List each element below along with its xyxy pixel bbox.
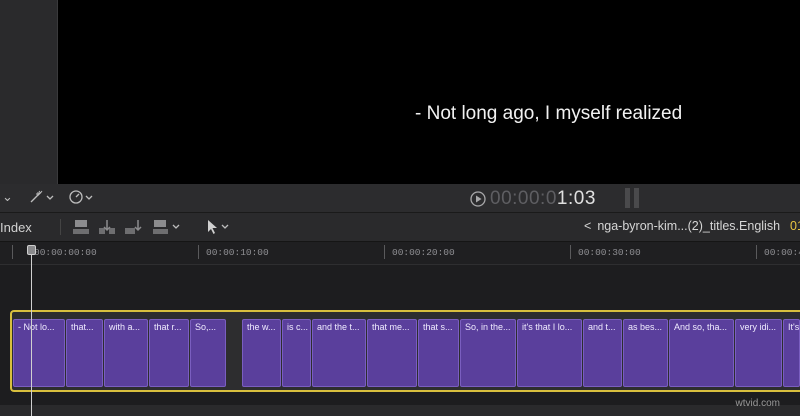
- ruler-label: 00:00:00:00: [34, 247, 97, 258]
- caption-clip-label: as bes...: [628, 322, 663, 332]
- caption-clip[interactable]: with a...: [104, 319, 148, 387]
- toolbar-divider: [60, 219, 61, 235]
- caption-clip[interactable]: very idi...: [735, 319, 782, 387]
- insert-clip-icon[interactable]: [98, 218, 116, 236]
- caption-clip[interactable]: - Not lo...: [13, 319, 65, 387]
- caption-clip-label: with a...: [109, 322, 141, 332]
- timeline-ruler[interactable]: 00:00:00:00 00:00:10:00 00:00:20:00 00:0…: [0, 242, 800, 265]
- caption-clip[interactable]: So,...: [190, 319, 226, 387]
- play-icon[interactable]: [470, 191, 486, 207]
- breadcrumb-title: nga-byron-kim...(2)_titles.English: [597, 219, 781, 233]
- select-tool-arrow-icon[interactable]: [205, 218, 235, 236]
- index-button[interactable]: Index: [0, 220, 32, 235]
- ruler-tick: [384, 245, 385, 259]
- caption-clip[interactable]: that...: [66, 319, 103, 387]
- caption-clip-label: and t...: [588, 322, 616, 332]
- caption-clip-label: and the t...: [317, 322, 360, 332]
- back-chevron-icon[interactable]: <: [584, 219, 591, 233]
- browser-panel: [0, 0, 58, 184]
- caption-clip-label: It's: [788, 322, 799, 332]
- overwrite-clip-icon[interactable]: [152, 218, 184, 236]
- timecode-bright: 1:03: [556, 188, 596, 209]
- ruler-tick: [570, 245, 571, 259]
- caption-clip[interactable]: that me...: [367, 319, 417, 387]
- caption-clip-label: And so, tha...: [674, 322, 728, 332]
- ruler-tick: [12, 245, 13, 259]
- caption-clip[interactable]: and the t...: [312, 319, 366, 387]
- ruler-label: 00:00:10:00: [206, 247, 269, 258]
- caption-clip-label: that s...: [423, 322, 453, 332]
- caption-clip[interactable]: it's that I lo...: [517, 319, 582, 387]
- caption-clip-label: So,...: [195, 322, 217, 332]
- ruler-label: 00:00:30:00: [578, 247, 641, 258]
- caption-clip[interactable]: that s...: [418, 319, 459, 387]
- caption-clip-label: that me...: [372, 322, 410, 332]
- caption-clip[interactable]: So, in the...: [460, 319, 516, 387]
- timeline-footer: [0, 405, 800, 416]
- caption-clip[interactable]: It's: [783, 319, 800, 387]
- ruler-label: 00:00:4: [764, 247, 800, 258]
- timecode-dim: 00:00:0: [490, 188, 557, 209]
- speedometer-icon[interactable]: [68, 189, 98, 208]
- caption-clip-label: that r...: [154, 322, 182, 332]
- video-viewer: - Not long ago, I myself realized: [58, 0, 800, 184]
- caption-clip-label: very idi...: [740, 322, 777, 332]
- ruler-label: 00:00:20:00: [392, 247, 455, 258]
- timeline-toolbar: Index < nga-byron-kim...(2)_titles.Engli…: [0, 213, 800, 242]
- caption-clip[interactable]: And so, tha...: [669, 319, 734, 387]
- caption-clip[interactable]: that r...: [149, 319, 189, 387]
- caption-clip-label: the w...: [247, 322, 276, 332]
- viewer-controls-bar: ⌄ 00:00:01:03: [0, 184, 800, 213]
- caption-clip-label: - Not lo...: [18, 322, 55, 332]
- subtitle-caption: - Not long ago, I myself realized: [415, 103, 683, 124]
- caption-clip[interactable]: the w...: [242, 319, 281, 387]
- ruler-tick: [198, 245, 199, 259]
- caption-clip-label: So, in the...: [465, 322, 511, 332]
- caption-clip-label: that...: [71, 322, 94, 332]
- ruler-tick: [756, 245, 757, 259]
- project-breadcrumb[interactable]: < nga-byron-kim...(2)_titles.English: [584, 219, 780, 233]
- audio-meter-icon: [625, 188, 643, 213]
- playhead-handle[interactable]: [27, 245, 36, 255]
- transform-tool-icon[interactable]: [28, 189, 58, 208]
- watermark: wtvid.com: [735, 398, 780, 409]
- playback-timecode: 00:00:01:03: [470, 188, 596, 210]
- caption-clip[interactable]: and t...: [583, 319, 622, 387]
- caption-clip-label: is c...: [287, 322, 309, 332]
- playhead-line[interactable]: [31, 246, 32, 416]
- caption-clip[interactable]: as bes...: [623, 319, 668, 387]
- view-options-chevron-icon[interactable]: ⌄: [2, 189, 13, 205]
- duration-fragment: 01: [790, 219, 800, 233]
- append-clip-icon[interactable]: [124, 218, 142, 236]
- connect-clip-icon[interactable]: [72, 218, 90, 236]
- caption-clip[interactable]: is c...: [282, 319, 311, 387]
- caption-clip-label: it's that I lo...: [522, 322, 573, 332]
